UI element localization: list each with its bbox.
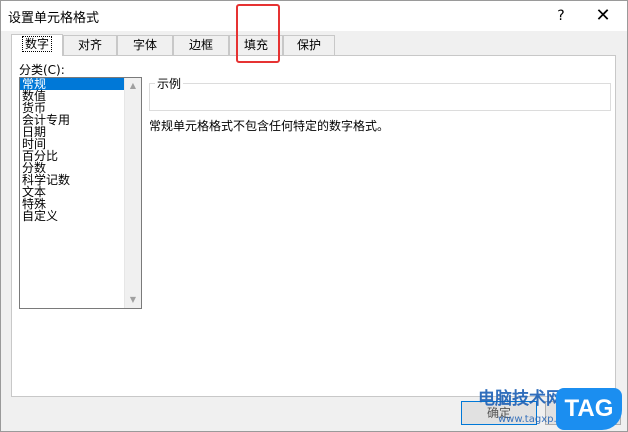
format-description: 常规单元格格式不包含任何特定的数字格式。	[149, 119, 390, 133]
close-button[interactable]: ✕	[591, 5, 615, 27]
watermark-logo: TAG	[556, 388, 622, 430]
help-button[interactable]: ?	[549, 6, 573, 26]
watermark-site-name: 电脑技术网	[478, 389, 563, 409]
title-bar: 设置单元格格式 ? ✕	[1, 1, 627, 31]
sample-legend: 示例	[155, 75, 184, 92]
scroll-up-icon[interactable]: ▲	[125, 78, 141, 94]
list-item[interactable]: 自定义	[20, 210, 124, 222]
tab-protection[interactable]: 保护	[283, 35, 335, 55]
category-label: 分类(C):	[19, 63, 65, 77]
tab-number[interactable]: 数字	[11, 34, 63, 56]
tab-alignment[interactable]: 对齐	[63, 35, 117, 55]
tab-border[interactable]: 边框	[173, 35, 229, 55]
scroll-down-icon[interactable]: ▼	[125, 292, 141, 308]
sample-box	[149, 83, 611, 111]
category-list[interactable]: 常规 数值 货币 会计专用 日期 时间 百分比 分数 科学记数 文本 特殊 自定…	[19, 77, 142, 309]
list-scrollbar[interactable]: ▲ ▼	[124, 78, 141, 308]
tab-font[interactable]: 字体	[117, 35, 173, 55]
dialog-title: 设置单元格格式	[8, 11, 100, 26]
annotation-highlight-box	[236, 4, 280, 63]
format-cells-dialog: 设置单元格格式 ? ✕ 数字 对齐 字体 边框 填充 保护 分类(C): 常规 …	[0, 0, 628, 432]
